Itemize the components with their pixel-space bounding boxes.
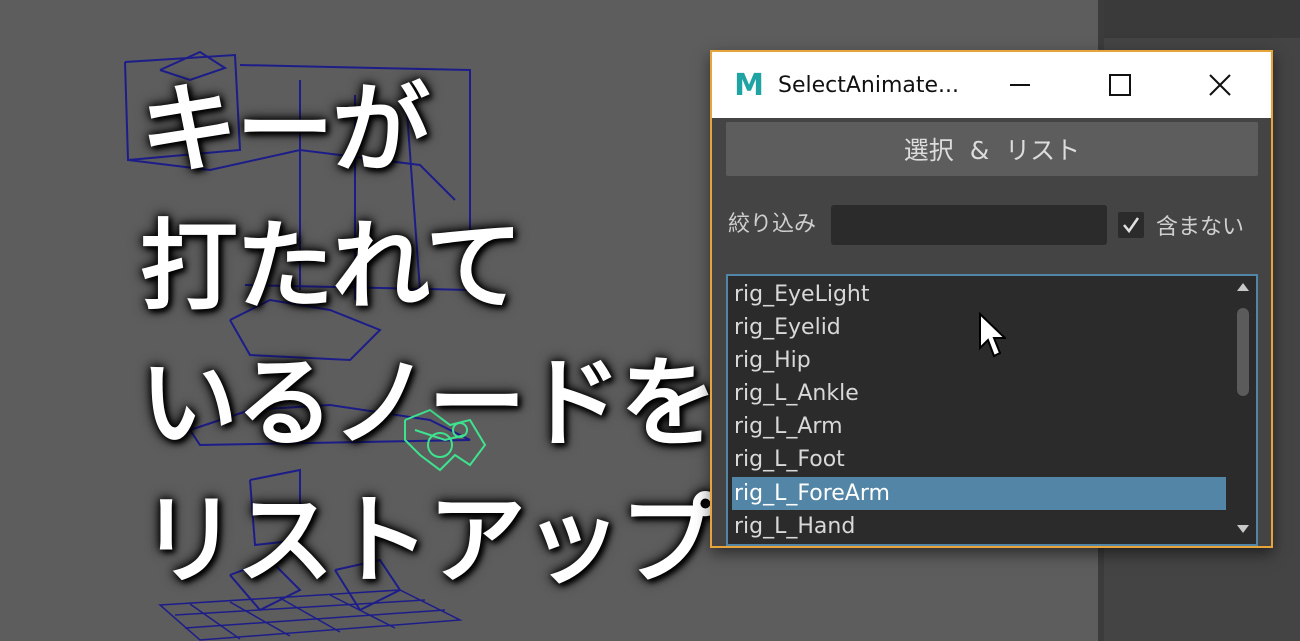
close-button[interactable] <box>1170 52 1270 118</box>
list-item[interactable]: rig_EyeLight <box>732 278 1226 311</box>
list-item-selected[interactable]: rig_L_ForeArm <box>732 477 1226 510</box>
checkmark-icon <box>1123 217 1140 234</box>
minimize-button[interactable] <box>970 52 1070 118</box>
list-item[interactable]: rig_L_Hand <box>732 510 1226 543</box>
maximize-button[interactable] <box>1070 52 1170 118</box>
title-bar[interactable]: M SelectAnimate... <box>712 52 1271 118</box>
select-and-list-button[interactable]: 選択 & リスト <box>726 122 1258 176</box>
list-scrollbar[interactable] <box>1232 276 1254 544</box>
scroll-down-icon[interactable] <box>1237 524 1249 534</box>
close-icon <box>1209 74 1231 96</box>
headline-line-1: キーが <box>140 73 430 187</box>
list-item[interactable]: rig_L_Foot <box>732 443 1226 476</box>
scroll-up-icon[interactable] <box>1237 282 1249 292</box>
exclude-checkbox[interactable] <box>1118 212 1144 238</box>
maya-icon: M <box>734 67 764 103</box>
headline-line-2: 打たれて <box>140 210 523 324</box>
list-item[interactable]: rig_L_Arm <box>732 410 1226 443</box>
headline-line-3: いるノードを <box>140 347 718 461</box>
window-title: SelectAnimate... <box>778 72 960 98</box>
mouse-cursor-icon <box>979 312 1006 358</box>
list-item[interactable]: rig_L_Ankle <box>732 377 1226 410</box>
filter-input[interactable] <box>831 205 1107 245</box>
headline-line-4: リストアップ <box>140 484 718 598</box>
scroll-thumb[interactable] <box>1237 308 1249 396</box>
exclude-label: 含まない <box>1156 215 1245 240</box>
headline-overlay: キーが 打たれて いるノードを リストアップ <box>140 62 718 610</box>
select-animated-dialog[interactable]: M SelectAnimate... 選択 & リスト 絞り込み 含まない ri… <box>710 50 1273 548</box>
maximize-icon <box>1109 74 1131 96</box>
minimize-icon <box>1010 84 1030 86</box>
filter-label: 絞り込み <box>728 212 817 237</box>
